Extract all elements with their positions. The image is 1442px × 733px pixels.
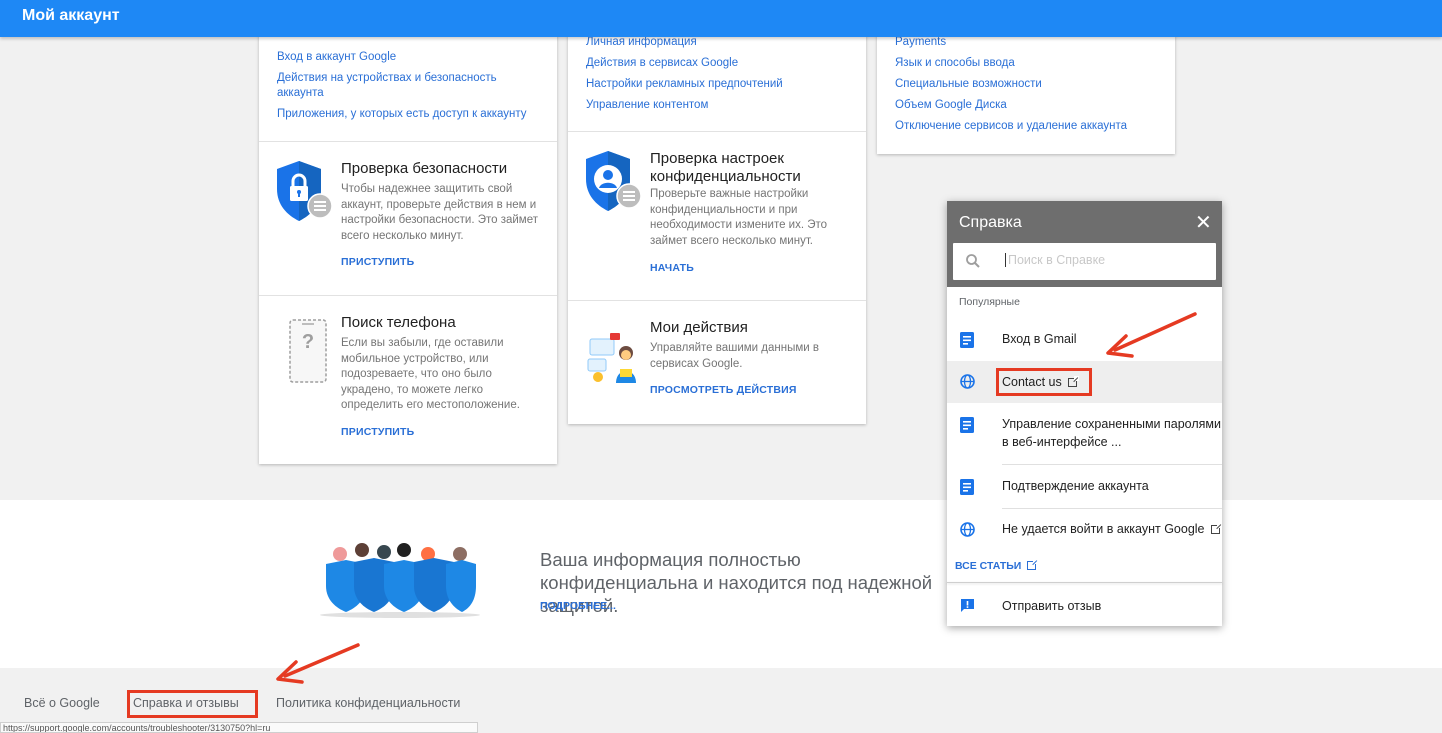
privacy-checkup-section: Проверка настроек конфиденциальности Про… [568, 131, 866, 301]
help-item-label: Не удается войти в аккаунт Google [1002, 522, 1205, 536]
help-search-input[interactable] [1005, 253, 1205, 267]
help-item-cannot-signin[interactable]: Не удается войти в аккаунт Google [947, 509, 1222, 551]
privacy-promo-section: Ваша информация полностью конфиденциальн… [0, 500, 1442, 668]
security-card: Вход в аккаунт Google Действия на устрой… [259, 27, 557, 464]
security-checkup-title: Проверка безопасности [341, 160, 508, 177]
link-personal-info[interactable]: Личная информация [586, 35, 851, 50]
help-header: Справка ✕ [947, 201, 1222, 287]
link-delete-account[interactable]: Отключение сервисов и удаление аккаунта [895, 119, 1160, 134]
my-activity-title: Мои действия [650, 319, 748, 336]
app-title: Мой аккаунт [22, 7, 120, 24]
people-shields-illustration-icon [312, 542, 488, 623]
help-item-saved-passwords[interactable]: Управление сохраненными паролями в веб-и… [947, 403, 1222, 465]
phone-question-icon: ? [288, 318, 328, 389]
link-google-signin[interactable]: Вход в аккаунт Google [277, 50, 542, 65]
globe-icon [960, 374, 975, 394]
article-icon [960, 332, 974, 353]
close-icon[interactable]: ✕ [1195, 213, 1212, 233]
find-phone-desc: Если вы забыли, где оставили мобильное у… [341, 337, 520, 411]
main-content: Вход в аккаунт Google Действия на устрой… [0, 27, 1442, 500]
article-icon [960, 417, 974, 438]
search-icon [965, 253, 981, 274]
svg-text:?: ? [302, 331, 314, 353]
preferences-card: Payments Язык и способы ввода Специальны… [877, 27, 1175, 154]
link-content-management[interactable]: Управление контентом [586, 98, 851, 113]
find-phone-section: ? Поиск телефона Если вы забыли, где ост… [259, 295, 557, 463]
privacy-card: Личная информация Действия в сервисах Go… [568, 27, 866, 424]
privacy-checkup-start-button[interactable]: НАЧАТЬ [650, 262, 694, 274]
all-articles-label: ВСЕ СТАТЬИ [955, 560, 1022, 572]
my-activity-section: Мои действия Управляйте вашими данными в… [568, 300, 866, 423]
top-app-bar: Мой аккаунт [0, 0, 1442, 37]
article-icon [960, 479, 974, 500]
highlight-box-contact-us [996, 368, 1092, 396]
link-ad-settings[interactable]: Настройки рекламных предпочтений [586, 77, 851, 92]
link-payments[interactable]: Payments [895, 35, 1160, 50]
my-activity-view-button[interactable]: ПРОСМОТРЕТЬ ДЕЙСТВИЯ [650, 384, 797, 396]
my-activity-desc: Управляйте вашими данными в сервисах Goo… [650, 342, 820, 370]
feedback-icon [960, 598, 975, 618]
promo-more-link[interactable]: ПОДРОБНЕЕ... [540, 600, 616, 612]
security-checkup-start-button[interactable]: ПРИСТУПИТЬ [341, 256, 414, 268]
link-drive-storage[interactable]: Объем Google Диска [895, 98, 1160, 113]
privacy-shield-user-icon [584, 149, 642, 218]
activity-illustration-icon [586, 329, 646, 390]
help-panel: Справка ✕ Популярные Вход в Gmail Contac… [947, 201, 1222, 626]
footer-privacy-policy[interactable]: Политика конфиденциальности [276, 696, 460, 710]
privacy-checkup-title: Проверка настроек конфиденциальности [650, 150, 801, 185]
help-item-label: Вход в Gmail [1002, 332, 1077, 346]
help-search-box [953, 243, 1216, 280]
help-item-label: Управление сохраненными паролями в веб-и… [1002, 417, 1222, 449]
help-item-gmail-signin[interactable]: Вход в Gmail [947, 327, 1222, 361]
find-phone-start-button[interactable]: ПРИСТУПИТЬ [341, 426, 414, 438]
send-feedback-label: Отправить отзыв [1002, 599, 1102, 613]
divider [947, 582, 1222, 583]
browser-status-url: https://support.google.com/accounts/trou… [0, 722, 478, 733]
highlight-box-footer-help [127, 690, 258, 718]
link-language-input[interactable]: Язык и способы ввода [895, 56, 1160, 71]
link-accessibility[interactable]: Специальные возможности [895, 77, 1160, 92]
external-link-icon [1027, 559, 1039, 570]
link-connected-apps[interactable]: Приложения, у которых есть доступ к акка… [277, 107, 542, 122]
help-title: Справка [959, 214, 1022, 231]
help-item-label: Подтверждение аккаунта [1002, 479, 1149, 493]
privacy-checkup-desc: Проверьте важные настройки конфиденциаль… [650, 188, 828, 247]
security-shield-lock-icon [275, 159, 333, 228]
footer-about-google[interactable]: Всё о Google [24, 696, 100, 710]
link-google-activity[interactable]: Действия в сервисах Google [586, 56, 851, 71]
find-phone-title: Поиск телефона [341, 314, 456, 331]
link-device-activity[interactable]: Действия на устройствах и безопасность а… [277, 71, 517, 101]
external-link-icon [1210, 523, 1222, 534]
send-feedback-button[interactable]: Отправить отзыв [947, 589, 1222, 625]
security-checkup-section: Проверка безопасности Чтобы надежнее защ… [259, 141, 557, 296]
help-popular-label: Популярные [959, 296, 1020, 308]
help-item-account-verification[interactable]: Подтверждение аккаунта [947, 465, 1222, 509]
all-articles-link[interactable]: ВСЕ СТАТЬИ [955, 559, 1039, 572]
security-checkup-desc: Чтобы надежнее защитить свой аккаунт, пр… [341, 183, 538, 242]
globe-icon [960, 522, 975, 542]
